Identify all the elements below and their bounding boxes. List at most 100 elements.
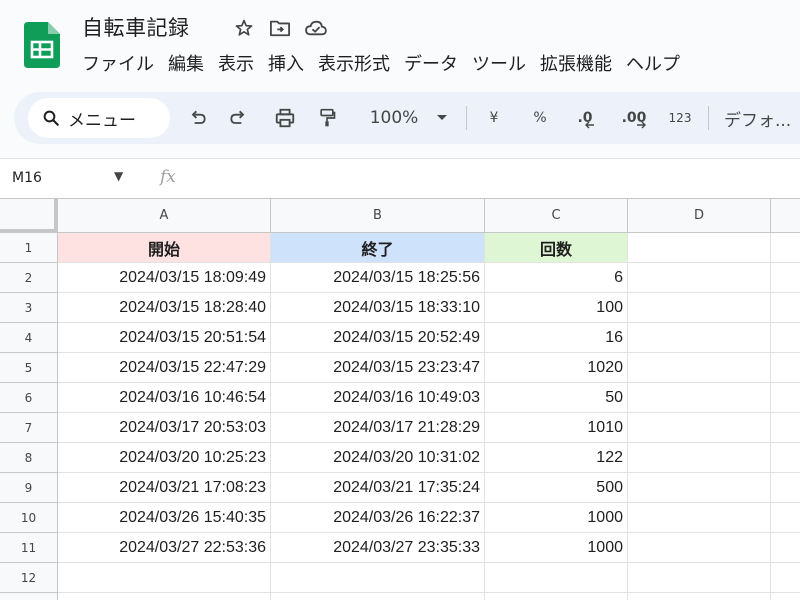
- cell-b9[interactable]: 2024/03/21 17:35:24: [271, 473, 485, 503]
- cell-b4[interactable]: 2024/03/15 20:52:49: [271, 323, 485, 353]
- cell-b8[interactable]: 2024/03/20 10:31:02: [271, 443, 485, 473]
- menu-insert[interactable]: 挿入: [268, 50, 304, 76]
- cell-d1[interactable]: [628, 233, 771, 263]
- search-menus-button[interactable]: メニュー: [28, 98, 170, 138]
- decrease-decimal-button[interactable]: .0: [569, 102, 603, 134]
- cell-e1[interactable]: [771, 233, 800, 263]
- select-all-corner[interactable]: [0, 199, 58, 233]
- zoom-select[interactable]: 100%: [362, 102, 426, 134]
- column-header[interactable]: D: [628, 199, 771, 233]
- cell-d9[interactable]: [628, 473, 771, 503]
- row-header[interactable]: 8: [0, 443, 58, 473]
- cell-d11[interactable]: [628, 533, 771, 563]
- cell-a8[interactable]: 2024/03/20 10:25:23: [58, 443, 271, 473]
- cell-c2[interactable]: 6: [485, 263, 628, 293]
- row-header[interactable]: 1: [0, 233, 58, 263]
- row-header[interactable]: 5: [0, 353, 58, 383]
- cell-c12[interactable]: [485, 563, 628, 593]
- row-header[interactable]: 4: [0, 323, 58, 353]
- menu-extensions[interactable]: 拡張機能: [540, 50, 612, 76]
- cell-c3[interactable]: 100: [485, 293, 628, 323]
- cell-b12[interactable]: [271, 563, 485, 593]
- cell-b3[interactable]: 2024/03/15 18:33:10: [271, 293, 485, 323]
- row-header[interactable]: 2: [0, 263, 58, 293]
- paint-format-icon[interactable]: [312, 102, 342, 134]
- cell-b10[interactable]: 2024/03/26 16:22:37: [271, 503, 485, 533]
- sheets-logo-icon[interactable]: [24, 22, 60, 68]
- row-header[interactable]: 13: [0, 593, 58, 600]
- more-formats-button[interactable]: 123: [664, 102, 696, 134]
- zoom-dropdown-icon[interactable]: [432, 102, 452, 134]
- cell-d5[interactable]: [628, 353, 771, 383]
- cell-d4[interactable]: [628, 323, 771, 353]
- cell-e4[interactable]: [771, 323, 800, 353]
- cell-a11[interactable]: 2024/03/27 22:53:36: [58, 533, 271, 563]
- row-header[interactable]: 12: [0, 563, 58, 593]
- row-header[interactable]: 10: [0, 503, 58, 533]
- cell-b13[interactable]: [271, 593, 485, 600]
- cell-a3[interactable]: 2024/03/15 18:28:40: [58, 293, 271, 323]
- cell-e11[interactable]: [771, 533, 800, 563]
- cell-e13[interactable]: [771, 593, 800, 600]
- column-header[interactable]: [771, 199, 800, 233]
- cell-d6[interactable]: [628, 383, 771, 413]
- cell-a5[interactable]: 2024/03/15 22:47:29: [58, 353, 271, 383]
- cell-c6[interactable]: 50: [485, 383, 628, 413]
- menu-data[interactable]: データ: [404, 50, 458, 76]
- percent-format-button[interactable]: %: [529, 102, 551, 134]
- cell-d10[interactable]: [628, 503, 771, 533]
- cell-b6[interactable]: 2024/03/16 10:49:03: [271, 383, 485, 413]
- currency-format-button[interactable]: ¥: [484, 102, 504, 134]
- cell-c8[interactable]: 122: [485, 443, 628, 473]
- row-header[interactable]: 9: [0, 473, 58, 503]
- document-title[interactable]: 自転車記録: [82, 12, 190, 42]
- cell-b7[interactable]: 2024/03/17 21:28:29: [271, 413, 485, 443]
- cell-d13[interactable]: [628, 593, 771, 600]
- cell-a4[interactable]: 2024/03/15 20:51:54: [58, 323, 271, 353]
- cell-b1[interactable]: 終了: [271, 233, 485, 263]
- cell-d8[interactable]: [628, 443, 771, 473]
- cell-c13[interactable]: [485, 593, 628, 600]
- cell-a1[interactable]: 開始: [58, 233, 271, 263]
- menu-view[interactable]: 表示: [218, 50, 254, 76]
- cell-c5[interactable]: 1020: [485, 353, 628, 383]
- cell-c4[interactable]: 16: [485, 323, 628, 353]
- name-box-dropdown-icon[interactable]: ▼: [114, 169, 123, 183]
- star-icon[interactable]: [232, 16, 256, 40]
- menu-tools[interactable]: ツール: [472, 50, 526, 76]
- cell-d12[interactable]: [628, 563, 771, 593]
- cell-e2[interactable]: [771, 263, 800, 293]
- cell-e7[interactable]: [771, 413, 800, 443]
- increase-decimal-button[interactable]: .00: [614, 102, 654, 134]
- menu-file[interactable]: ファイル: [82, 50, 154, 76]
- cell-a9[interactable]: 2024/03/21 17:08:23: [58, 473, 271, 503]
- row-header[interactable]: 7: [0, 413, 58, 443]
- row-header[interactable]: 3: [0, 293, 58, 323]
- cell-c9[interactable]: 500: [485, 473, 628, 503]
- cell-a2[interactable]: 2024/03/15 18:09:49: [58, 263, 271, 293]
- cell-a7[interactable]: 2024/03/17 20:53:03: [58, 413, 271, 443]
- name-box[interactable]: M16: [12, 170, 42, 186]
- cell-e9[interactable]: [771, 473, 800, 503]
- row-header[interactable]: 6: [0, 383, 58, 413]
- cell-e6[interactable]: [771, 383, 800, 413]
- cell-a10[interactable]: 2024/03/26 15:40:35: [58, 503, 271, 533]
- cell-e12[interactable]: [771, 563, 800, 593]
- cell-c7[interactable]: 1010: [485, 413, 628, 443]
- cell-a6[interactable]: 2024/03/16 10:46:54: [58, 383, 271, 413]
- column-header[interactable]: A: [58, 199, 271, 233]
- font-select[interactable]: デフォ...: [724, 102, 800, 134]
- cell-d3[interactable]: [628, 293, 771, 323]
- cell-d7[interactable]: [628, 413, 771, 443]
- menu-format[interactable]: 表示形式: [318, 50, 390, 76]
- row-header[interactable]: 11: [0, 533, 58, 563]
- cell-b11[interactable]: 2024/03/27 23:35:33: [271, 533, 485, 563]
- cell-c11[interactable]: 1000: [485, 533, 628, 563]
- cell-a13[interactable]: [58, 593, 271, 600]
- undo-icon[interactable]: [184, 102, 212, 134]
- cell-a12[interactable]: [58, 563, 271, 593]
- column-header[interactable]: B: [271, 199, 485, 233]
- cell-b2[interactable]: 2024/03/15 18:25:56: [271, 263, 485, 293]
- column-header[interactable]: C: [485, 199, 628, 233]
- redo-icon[interactable]: [224, 102, 252, 134]
